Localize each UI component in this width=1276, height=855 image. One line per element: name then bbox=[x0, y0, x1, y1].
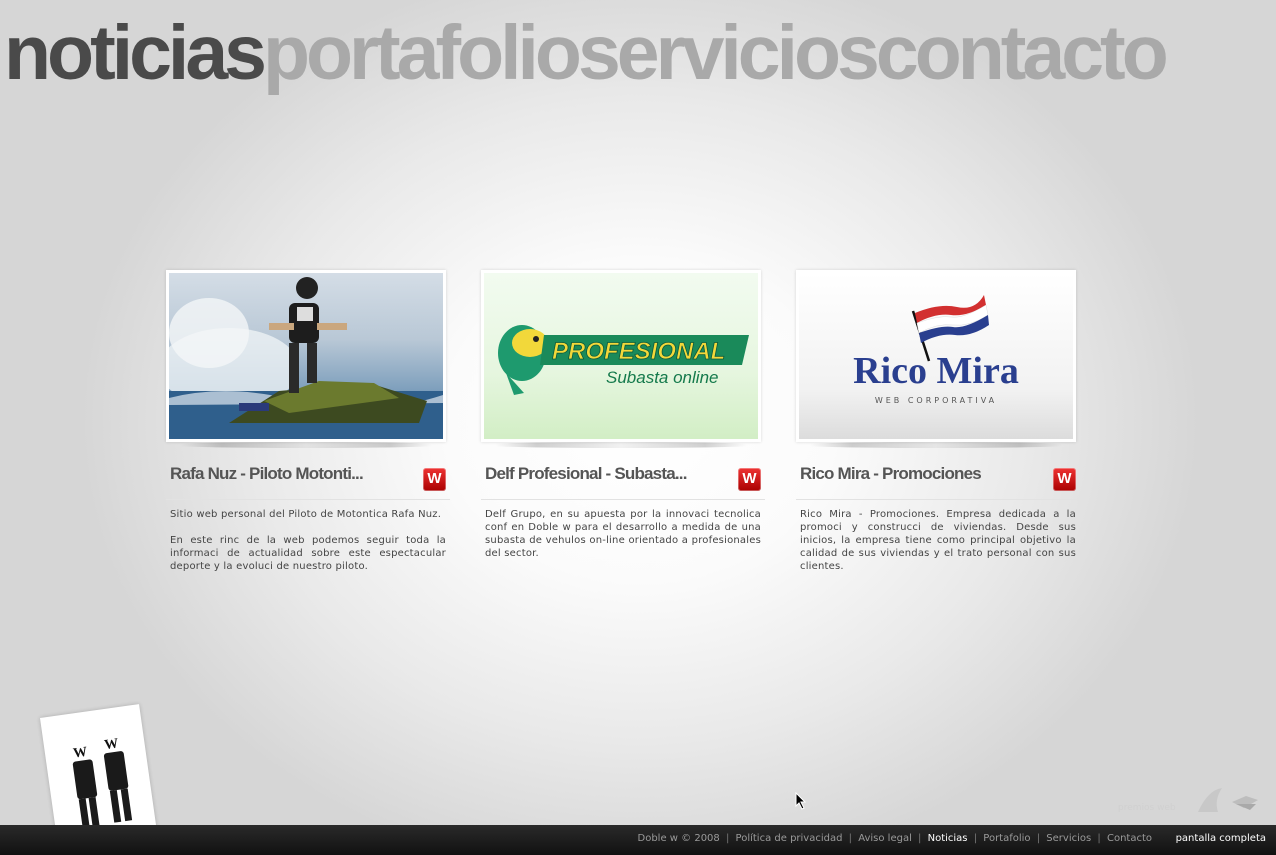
award-icons[interactable] bbox=[1196, 786, 1266, 820]
project-thumbnail[interactable] bbox=[166, 270, 446, 442]
thumbnail-shadow bbox=[481, 442, 761, 448]
card-description: Rico Mira - Promociones. Empresa dedicad… bbox=[796, 500, 1080, 573]
footer-link-servicios[interactable]: Servicios bbox=[1046, 833, 1091, 844]
footer-link-noticias[interactable]: Noticias bbox=[928, 833, 968, 844]
main-nav: noticiasportafolioservicioscontacto bbox=[4, 8, 1276, 98]
copyright-text: Doble w © 2008 bbox=[637, 833, 720, 844]
footer-separator: | bbox=[1036, 833, 1041, 844]
rico-mira-brand: Rico Mira bbox=[853, 350, 1019, 392]
project-thumbnail[interactable]: Rico Mira WEB CORPORATIVA bbox=[796, 270, 1076, 442]
card-title-row: Delf Profesional - Subasta... W bbox=[481, 456, 765, 500]
card-title[interactable]: Rico Mira - Promociones bbox=[800, 464, 982, 484]
rico-mira-logo-image: Rico Mira WEB CORPORATIVA bbox=[799, 273, 1073, 439]
footer-separator: | bbox=[1097, 833, 1101, 844]
project-card-rafa-nuz: Rafa Nuz - Piloto Motonti... W Sitio web… bbox=[166, 270, 450, 573]
jet-ski-photo bbox=[169, 273, 443, 439]
mouse-cursor-icon bbox=[795, 792, 807, 810]
w-logo-icon[interactable]: W bbox=[1053, 468, 1076, 491]
footer-bar: Doble w © 2008 | Política de privacidad … bbox=[0, 825, 1276, 855]
rico-mira-sub: WEB CORPORATIVA bbox=[875, 396, 997, 405]
nav-noticias[interactable]: noticias bbox=[4, 8, 267, 98]
w-logo-icon[interactable]: W bbox=[423, 468, 446, 491]
award-leaf-icon bbox=[1198, 788, 1222, 812]
footer-separator: | bbox=[725, 833, 730, 844]
footer-separator: | bbox=[848, 833, 853, 844]
card-title[interactable]: Delf Profesional - Subasta... bbox=[485, 464, 687, 484]
card-description-para: En este rinc de la web podemos seguir to… bbox=[170, 535, 446, 572]
card-title[interactable]: Rafa Nuz - Piloto Motonti... bbox=[170, 464, 364, 484]
thumbnail-shadow bbox=[166, 442, 446, 448]
footer-link-contacto[interactable]: Contacto bbox=[1107, 833, 1152, 844]
card-title-row: Rico Mira - Promociones W bbox=[796, 456, 1080, 500]
card-description-para: Sitio web personal del Piloto de Motonti… bbox=[170, 509, 442, 520]
footer-link-portafolio[interactable]: Portafolio bbox=[983, 833, 1030, 844]
nav-portafolio[interactable]: portafolio bbox=[263, 8, 582, 98]
nav-servicios[interactable]: servicios bbox=[578, 8, 880, 98]
nav-contacto[interactable]: contacto bbox=[876, 8, 1169, 98]
profesional-brand: PROFESIONAL bbox=[552, 338, 725, 365]
footer-link-privacy[interactable]: Política de privacidad bbox=[736, 833, 843, 844]
footer-link-legal[interactable]: Aviso legal bbox=[858, 833, 912, 844]
card-description: Delf Grupo, en su apuesta por la innovac… bbox=[481, 500, 765, 560]
svg-text:W: W bbox=[103, 736, 119, 753]
profesional-sub: Subasta online bbox=[606, 368, 718, 387]
fullscreen-button[interactable]: pantalla completa bbox=[1176, 833, 1266, 844]
card-description-para: Rico Mira - Promociones. Empresa dedicad… bbox=[800, 509, 1076, 572]
project-card-rico-mira: Rico Mira WEB CORPORATIVA Rico Mira - Pr… bbox=[796, 270, 1080, 573]
profesional-logo-image: PROFESIONAL Subasta online bbox=[484, 273, 758, 439]
project-thumbnail[interactable]: PROFESIONAL Subasta online bbox=[481, 270, 761, 442]
premios-web-label[interactable]: premios web bbox=[1118, 803, 1176, 813]
svg-text:W: W bbox=[72, 745, 88, 762]
card-description: Sitio web personal del Piloto de Motonti… bbox=[166, 500, 450, 573]
project-card-delf-profesional: PROFESIONAL Subasta online Delf Profesio… bbox=[481, 270, 765, 560]
footer-separator: | bbox=[918, 833, 922, 844]
thumbnail-shadow bbox=[796, 442, 1076, 448]
card-title-row: Rafa Nuz - Piloto Motonti... W bbox=[166, 456, 450, 500]
card-description-para: Delf Grupo, en su apuesta por la innovac… bbox=[485, 509, 761, 559]
w-logo-icon[interactable]: W bbox=[738, 468, 761, 491]
footer-links: Doble w © 2008 | Política de privacidad … bbox=[638, 833, 1152, 844]
footer-separator: | bbox=[973, 833, 978, 844]
